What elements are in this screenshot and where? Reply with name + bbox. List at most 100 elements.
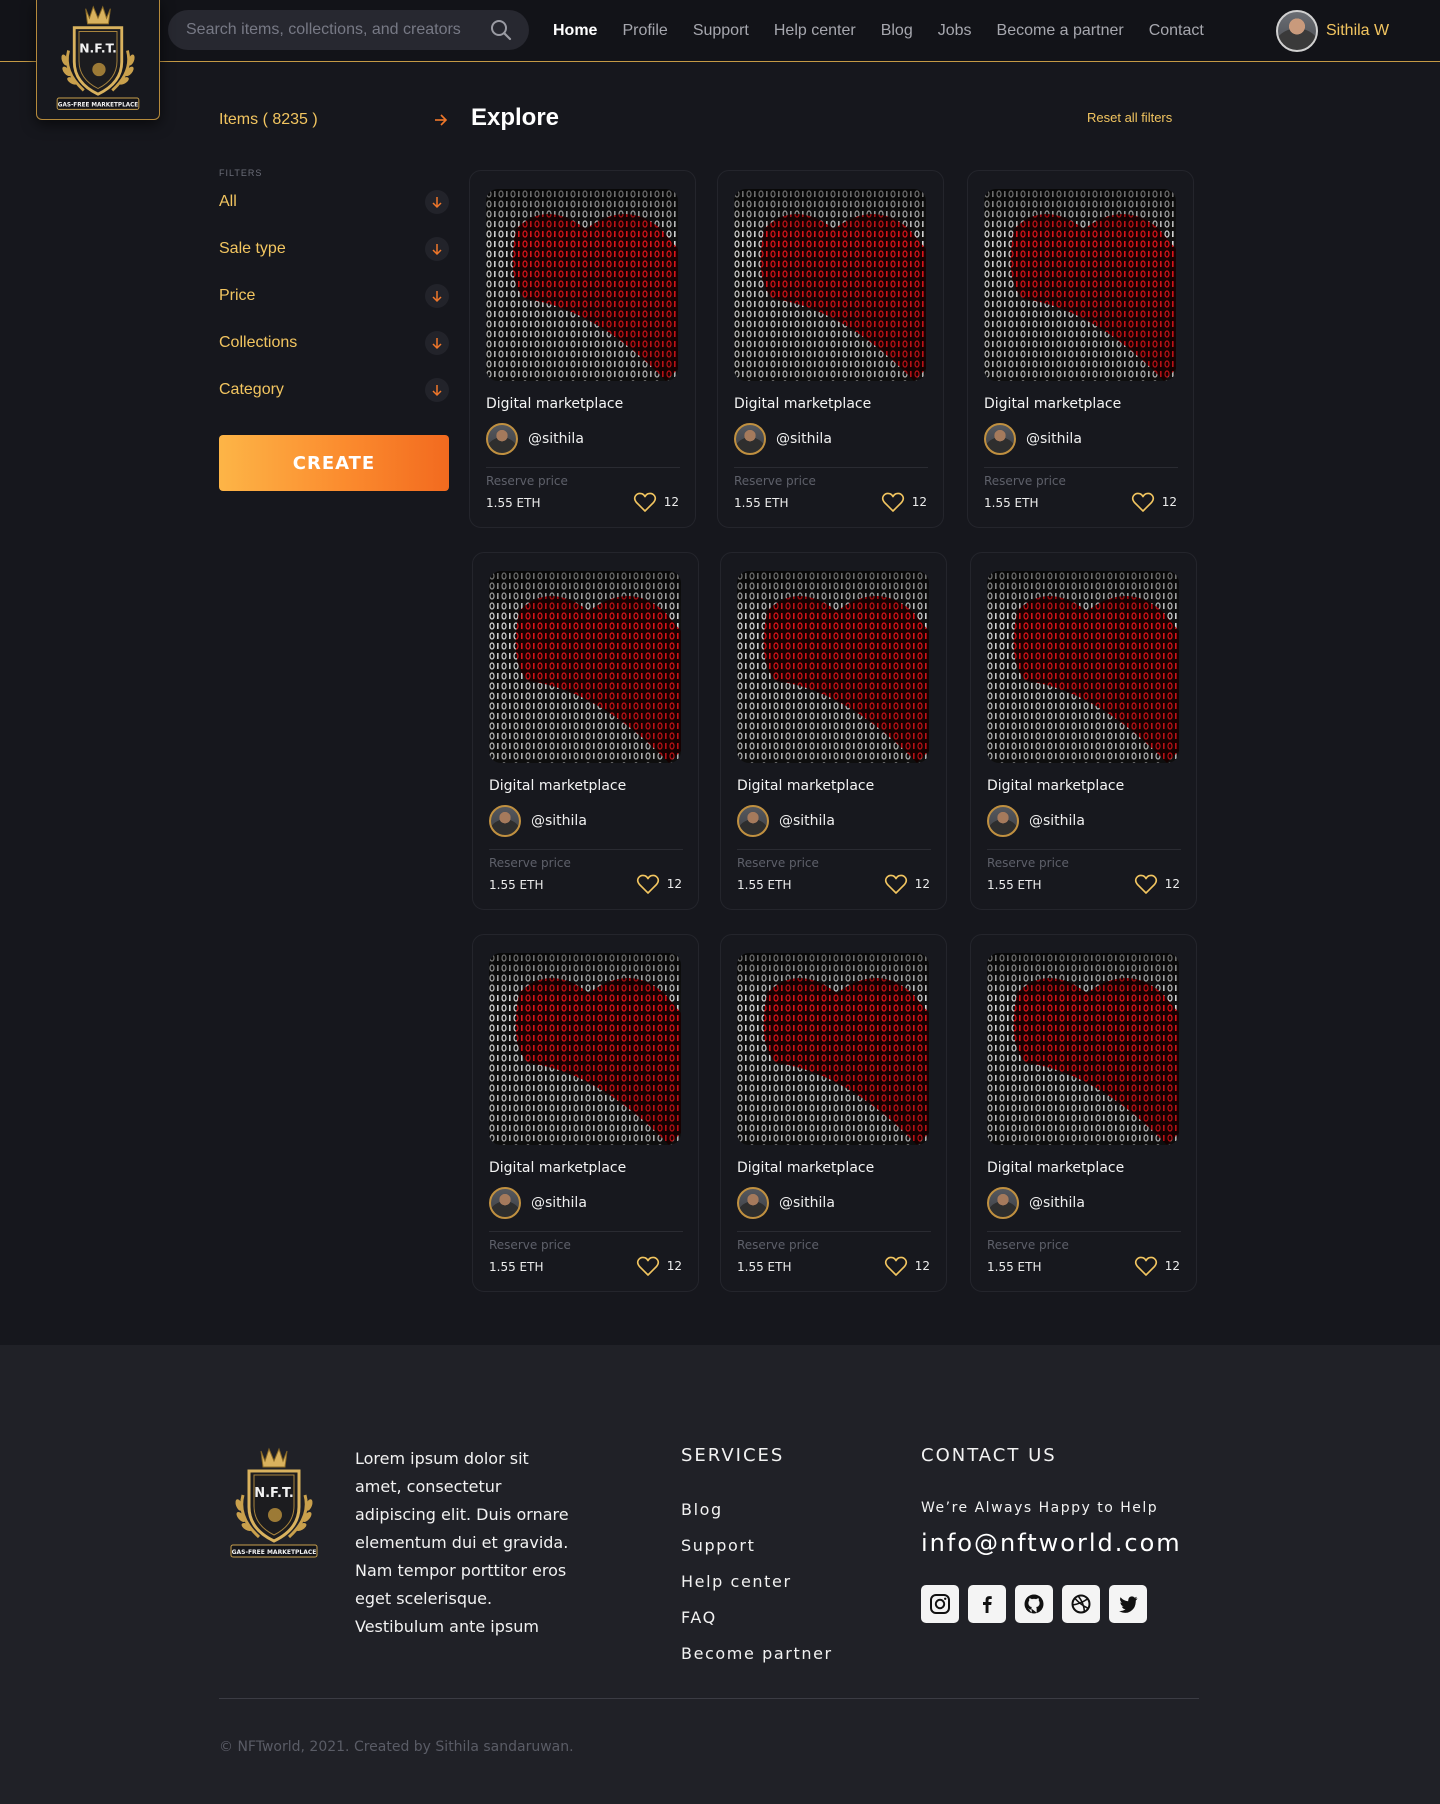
owner-handle[interactable]: @sithila [1029, 813, 1085, 829]
heart-icon[interactable] [1131, 491, 1155, 513]
nft-artwork[interactable] [489, 571, 681, 763]
nav-jobs[interactable]: Jobs [938, 22, 972, 40]
owner-avatar[interactable] [486, 423, 518, 455]
arrow-down-icon[interactable] [425, 236, 449, 261]
items-count-row[interactable]: Items ( 8235 ) [219, 100, 449, 140]
search-input[interactable] [186, 21, 489, 39]
heart-icon[interactable] [884, 873, 908, 895]
owner-handle[interactable]: @sithila [1026, 431, 1082, 447]
like-button[interactable]: 12 [633, 490, 679, 514]
owner-avatar[interactable] [987, 805, 1019, 837]
like-button[interactable]: 12 [1134, 872, 1180, 896]
footer-link-faq[interactable]: FAQ [681, 1608, 833, 1644]
owner-handle[interactable]: @sithila [531, 813, 587, 829]
like-button[interactable]: 12 [884, 872, 930, 896]
heart-icon[interactable] [636, 1255, 660, 1277]
nft-card-1[interactable]: Digital marketplace @sithila Reserve pri… [469, 170, 696, 528]
filter-price[interactable]: Price [219, 272, 449, 319]
nav-contact[interactable]: Contact [1149, 22, 1204, 40]
arrow-down-icon[interactable] [425, 283, 449, 308]
nft-artwork[interactable] [987, 953, 1179, 1145]
filter-sale-type[interactable]: Sale type [219, 225, 449, 272]
owner-handle[interactable]: @sithila [528, 431, 584, 447]
heart-icon[interactable] [633, 491, 657, 513]
owner-handle[interactable]: @sithila [1029, 1195, 1085, 1211]
nav-support[interactable]: Support [693, 22, 749, 40]
nft-card-5[interactable]: Digital marketplace @sithila Reserve pri… [720, 552, 947, 910]
owner-avatar[interactable] [984, 423, 1016, 455]
search-icon[interactable] [489, 18, 513, 42]
nft-artwork[interactable] [737, 571, 929, 763]
nft-card-4[interactable]: Digital marketplace @sithila Reserve pri… [472, 552, 699, 910]
nav-blog[interactable]: Blog [881, 22, 913, 40]
nft-card-2[interactable]: Digital marketplace @sithila Reserve pri… [717, 170, 944, 528]
nft-owner[interactable]: @sithila [987, 1186, 1085, 1220]
owner-avatar[interactable] [987, 1187, 1019, 1219]
nav-become-partner[interactable]: Become a partner [997, 22, 1124, 40]
like-button[interactable]: 12 [636, 1254, 682, 1278]
heart-icon[interactable] [1134, 873, 1158, 895]
footer-link-support[interactable]: Support [681, 1536, 833, 1572]
arrow-down-icon[interactable] [425, 330, 449, 355]
instagram-icon[interactable] [921, 1585, 959, 1623]
site-logo[interactable]: N.F.T. GAS-FREE MARKETPLACE [36, 0, 160, 120]
user-menu[interactable]: Sithila W [1276, 10, 1389, 52]
facebook-icon[interactable] [968, 1585, 1006, 1623]
nft-card-6[interactable]: Digital marketplace @sithila Reserve pri… [970, 552, 1197, 910]
heart-icon[interactable] [636, 873, 660, 895]
nft-owner[interactable]: @sithila [737, 1186, 835, 1220]
nft-owner[interactable]: @sithila [489, 1186, 587, 1220]
owner-avatar[interactable] [734, 423, 766, 455]
like-button[interactable]: 12 [1131, 490, 1177, 514]
nft-owner[interactable]: @sithila [737, 804, 835, 838]
github-icon[interactable] [1015, 1585, 1053, 1623]
nft-artwork[interactable] [737, 953, 929, 1145]
arrow-down-icon[interactable] [425, 377, 449, 402]
nft-card-8[interactable]: Digital marketplace @sithila Reserve pri… [720, 934, 947, 1292]
user-name[interactable]: Sithila W [1326, 22, 1389, 40]
nft-owner[interactable]: @sithila [486, 422, 584, 456]
dribbble-icon[interactable] [1062, 1585, 1100, 1623]
owner-avatar[interactable] [737, 805, 769, 837]
nft-card-7[interactable]: Digital marketplace @sithila Reserve pri… [472, 934, 699, 1292]
like-button[interactable]: 12 [1134, 1254, 1180, 1278]
reset-filters-link[interactable]: Reset all filters [1087, 110, 1172, 125]
filter-category[interactable]: Category [219, 366, 449, 413]
create-button[interactable]: CREATE [219, 435, 449, 491]
like-button[interactable]: 12 [636, 872, 682, 896]
contact-email[interactable]: info@nftworld.com [921, 1529, 1182, 1557]
owner-avatar[interactable] [737, 1187, 769, 1219]
like-button[interactable]: 12 [884, 1254, 930, 1278]
owner-handle[interactable]: @sithila [776, 431, 832, 447]
heart-icon[interactable] [881, 491, 905, 513]
nft-owner[interactable]: @sithila [489, 804, 587, 838]
like-button[interactable]: 12 [881, 490, 927, 514]
nft-card-3[interactable]: Digital marketplace @sithila Reserve pri… [967, 170, 1194, 528]
owner-handle[interactable]: @sithila [779, 1195, 835, 1211]
owner-handle[interactable]: @sithila [779, 813, 835, 829]
user-avatar[interactable] [1276, 10, 1318, 52]
arrow-down-icon[interactable] [425, 189, 449, 214]
owner-avatar[interactable] [489, 1187, 521, 1219]
nav-profile[interactable]: Profile [622, 22, 667, 40]
nft-artwork[interactable] [984, 189, 1176, 381]
nft-card-9[interactable]: Digital marketplace @sithila Reserve pri… [970, 934, 1197, 1292]
footer-logo[interactable]: N.F.T. GAS-FREE MARKETPLACE [219, 1445, 329, 1565]
footer-link-blog[interactable]: Blog [681, 1500, 833, 1536]
filter-all[interactable]: All [219, 178, 449, 225]
twitter-icon[interactable] [1109, 1585, 1147, 1623]
search-bar[interactable] [168, 10, 529, 50]
owner-avatar[interactable] [489, 805, 521, 837]
nft-artwork[interactable] [489, 953, 681, 1145]
footer-link-become-partner[interactable]: Become partner [681, 1644, 833, 1680]
filter-collections[interactable]: Collections [219, 319, 449, 366]
owner-handle[interactable]: @sithila [531, 1195, 587, 1211]
nft-artwork[interactable] [486, 189, 678, 381]
footer-link-help-center[interactable]: Help center [681, 1572, 833, 1608]
nft-owner[interactable]: @sithila [987, 804, 1085, 838]
nav-home[interactable]: Home [553, 22, 597, 40]
nft-artwork[interactable] [734, 189, 926, 381]
nav-help-center[interactable]: Help center [774, 22, 856, 40]
heart-icon[interactable] [1134, 1255, 1158, 1277]
heart-icon[interactable] [884, 1255, 908, 1277]
